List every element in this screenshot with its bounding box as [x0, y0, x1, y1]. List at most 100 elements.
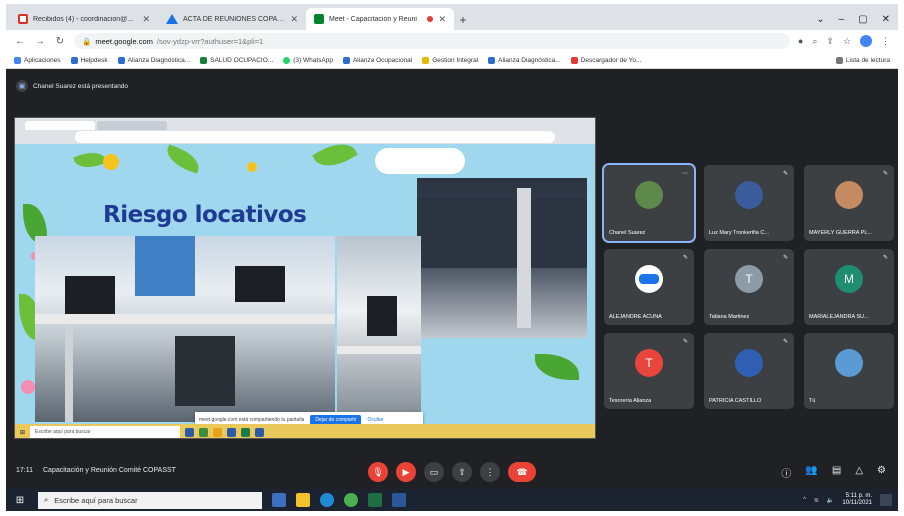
download-icon — [570, 56, 578, 64]
bookmark-gestion[interactable]: Gestion Integral — [422, 56, 479, 64]
captions-button[interactable]: ▭ — [424, 462, 444, 482]
profile-avatar[interactable] — [860, 35, 872, 47]
windows-start-icon[interactable]: ⊞ — [12, 495, 28, 506]
sheets-icon — [200, 56, 208, 64]
more-options-button[interactable]: ⋮ — [480, 462, 500, 482]
participant-tile-self[interactable]: Tú — [804, 333, 894, 409]
participant-tile[interactable]: ✎ MAYERLY GUERRA PL... — [804, 165, 894, 241]
close-window-icon[interactable]: ✕ — [882, 14, 890, 25]
forward-icon[interactable]: → — [34, 36, 46, 47]
drive-icon — [166, 14, 178, 24]
tab-meet[interactable]: Meet - Capacitacion y Reuni ✕ — [306, 8, 454, 30]
taskbar-clock[interactable]: 5:11 p. m. 10/11/2021 — [842, 493, 872, 507]
windows-taskbar: ⊞ ⌕ Escribe aquí para buscar ^ ≋ 🔈 5:11 … — [6, 489, 898, 511]
bookmark-alianza-1[interactable]: Alianza Diagnóstica... — [117, 56, 190, 64]
leave-call-button[interactable]: ☎ — [508, 462, 536, 482]
notifications-icon[interactable] — [880, 494, 892, 506]
meet-side-controls: ⓘ 👥 ▤ △ ⚙ — [781, 465, 886, 480]
info-icon[interactable]: ⓘ — [781, 465, 791, 480]
search-icon[interactable]: ⌕ — [812, 36, 817, 47]
close-icon[interactable]: ✕ — [290, 14, 298, 25]
bookmark-alianza-2[interactable]: Alianza Diagnóstica... — [488, 56, 561, 64]
lock-icon: 🔒 — [82, 36, 92, 46]
slide-photo-desk — [337, 236, 421, 422]
excel-icon[interactable] — [368, 493, 382, 507]
bookmark-label: Alianza Diagnóstica... — [498, 56, 561, 64]
taskbar-search-placeholder: Escribe aquí para buscar — [54, 495, 138, 505]
participant-tile[interactable]: ✎ PATRICIA CASTILLO — [704, 333, 794, 409]
taskbar-search-input[interactable]: ⌕ Escribe aquí para buscar — [38, 491, 262, 509]
maximize-icon[interactable]: ▢ — [858, 14, 867, 25]
app-icon — [185, 427, 195, 437]
new-tab-button[interactable]: + — [454, 10, 472, 30]
bookmark-descargador[interactable]: Descargador de Yo... — [570, 56, 641, 64]
bookmark-icon — [70, 56, 78, 64]
app-icon — [213, 427, 223, 437]
menu-icon[interactable]: ⋮ — [881, 36, 890, 47]
bookmark-apps[interactable]: Aplicaciones — [14, 56, 61, 64]
chevron-down-icon[interactable]: ⌄ — [816, 14, 824, 25]
star-icon[interactable]: ☆ — [843, 36, 851, 47]
participant-tile[interactable]: ⋯ Chanel Suarez — [602, 163, 696, 243]
meeting-info: 17:11 Capacitación y Reunión Comité COPA… — [16, 467, 176, 474]
participant-tile[interactable]: T ✎ Tesorería Alianza — [604, 333, 694, 409]
share-icon[interactable]: ⇪ — [826, 36, 834, 47]
shared-browser-chrome — [15, 118, 595, 144]
chevron-up-icon[interactable]: ^ — [803, 497, 806, 503]
task-view-icon[interactable] — [272, 493, 286, 507]
participant-tile[interactable]: ✎ Luz Mary Tronkerifia C... — [704, 165, 794, 241]
back-icon[interactable]: ← — [14, 36, 26, 47]
tab-gmail[interactable]: Recibidos (4) - coordinacion@... ✕ — [10, 8, 158, 30]
bookmark-salud[interactable]: SALUD OCUPACIO... — [200, 56, 273, 64]
slide-photo-right — [417, 178, 587, 338]
activities-icon[interactable]: △ — [855, 465, 863, 480]
camera-off-button[interactable]: ▶ — [396, 462, 416, 482]
bookmark-alianza-ocupacional[interactable]: Alianza Ocupacional — [342, 56, 413, 64]
close-icon[interactable]: ✕ — [438, 14, 446, 25]
minimize-icon[interactable]: – — [839, 14, 845, 25]
bookmark-reading-list[interactable]: Lista de lectura — [835, 56, 890, 64]
hide-notice-button[interactable]: Ocultar — [367, 417, 383, 423]
system-tray: ^ ≋ 🔈 5:11 p. m. 10/11/2021 — [803, 493, 892, 507]
participant-tile[interactable]: ✎ ALEJANDRE ACUÑA — [604, 249, 694, 325]
file-explorer-icon[interactable] — [296, 493, 310, 507]
tab-drive[interactable]: ACTA DE REUNIONES COPASST ✕ — [158, 8, 306, 30]
participant-tile[interactable]: T ✎ Tatiana Martinez — [704, 249, 794, 325]
participant-name: Luz Mary Tronkerifia C... — [709, 230, 769, 236]
camera-icon[interactable]: ● — [798, 36, 803, 46]
avatar: T — [635, 349, 663, 378]
close-icon[interactable]: ✕ — [142, 14, 150, 25]
mic-off-icon: ✎ — [682, 339, 688, 345]
mic-off-icon: ✎ — [782, 339, 788, 345]
more-icon[interactable]: ⋯ — [682, 170, 688, 177]
share-notice-text: meet.google.com está compartiendo tu pan… — [199, 417, 305, 423]
recording-icon — [427, 16, 434, 22]
participant-tile[interactable]: M ✎ MARIALEJANDRA SU... — [804, 249, 894, 325]
present-button[interactable]: ⇧ — [452, 462, 472, 482]
windows-icon: ⊞ — [20, 429, 26, 436]
call-controls: 🎙 ▶ ▭ ⇧ ⋮ ☎ — [368, 462, 536, 482]
volume-icon[interactable]: 🔈 — [827, 497, 834, 504]
wifi-icon[interactable]: ≋ — [814, 497, 819, 504]
people-icon[interactable]: 👥 — [805, 465, 817, 480]
lock-icon[interactable]: ⚙ — [877, 465, 886, 480]
meeting-name: Capacitación y Reunión Comité COPASST — [43, 467, 176, 474]
word-icon[interactable] — [392, 493, 406, 507]
mic-off-button[interactable]: 🎙 — [368, 462, 388, 482]
reload-icon[interactable]: ↻ — [54, 36, 66, 47]
chat-icon[interactable]: ▤ — [832, 465, 841, 480]
bookmark-label: Gestion Integral — [432, 56, 479, 64]
app-icon — [241, 427, 251, 437]
bookmark-whatsapp[interactable]: (3) WhatsApp — [283, 56, 333, 64]
bookmark-label: Alianza Ocupacional — [352, 56, 413, 64]
url-host: meet.google.com — [95, 36, 153, 46]
edge-icon[interactable] — [320, 493, 334, 507]
bookmark-helpdesk[interactable]: Helpdesk — [70, 56, 108, 64]
chrome-icon[interactable] — [344, 493, 358, 507]
participant-name: ALEJANDRE ACUÑA — [609, 314, 662, 320]
presentation-slide: Riesgo locativos meet.google.com está co… — [15, 135, 595, 428]
clock-date: 10/11/2021 — [842, 500, 872, 506]
search-icon: ⌕ — [44, 495, 49, 504]
meet-control-bar: 17:11 Capacitación y Reunión Comité COPA… — [6, 457, 898, 489]
url-input[interactable]: 🔒 meet.google.com/sov-ydzp-vrr?authuser=… — [74, 33, 790, 49]
